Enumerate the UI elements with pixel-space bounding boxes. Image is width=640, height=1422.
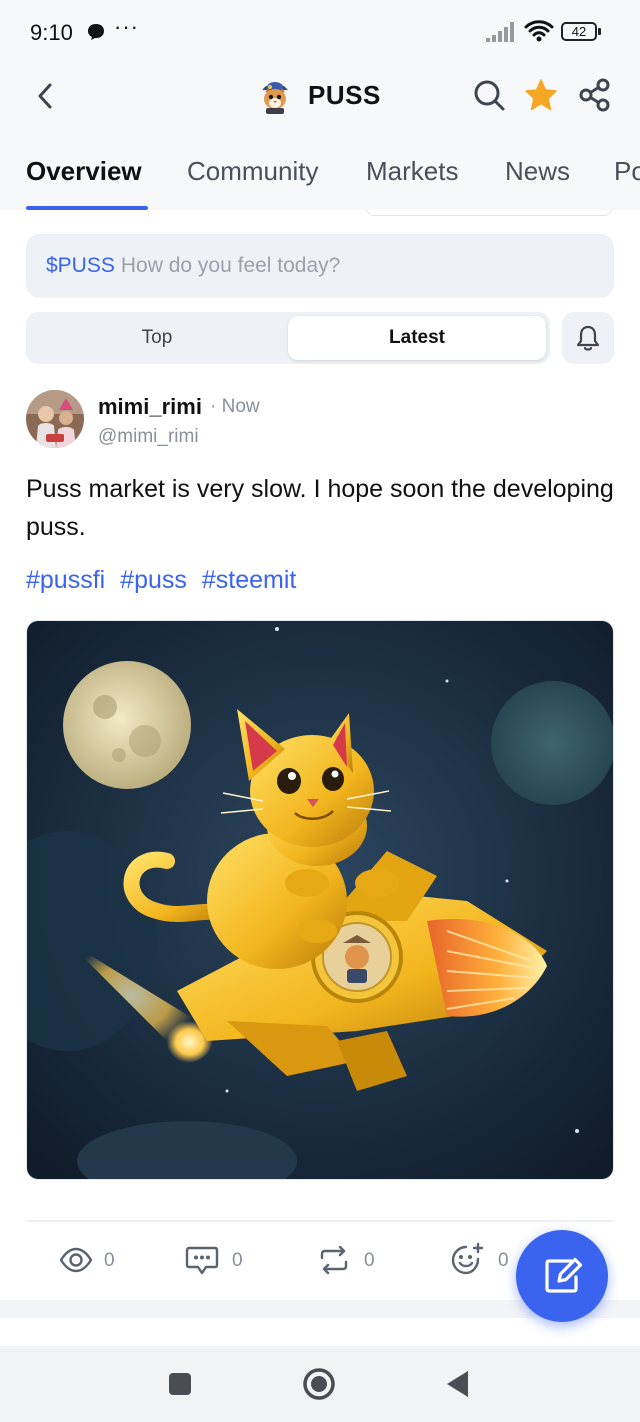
- sort-toggle: Top Latest: [26, 312, 550, 364]
- scrolled-content-peek: [0, 210, 640, 218]
- favorite-button[interactable]: [524, 78, 558, 112]
- composer-placeholder: How do you feel today?: [120, 254, 341, 277]
- peek-box: [366, 210, 612, 216]
- square-icon: [169, 1373, 191, 1395]
- system-nav-bar: [0, 1346, 640, 1422]
- share-button[interactable]: [578, 78, 612, 112]
- tab-news[interactable]: News: [505, 156, 570, 187]
- post-image[interactable]: [26, 620, 614, 1180]
- home-button[interactable]: [301, 1366, 337, 1402]
- back-nav-button[interactable]: [440, 1366, 476, 1402]
- wifi-icon: [524, 18, 554, 49]
- status-time: 9:10: [30, 20, 73, 45]
- hashtag-link[interactable]: #pussfi: [26, 566, 105, 594]
- token-avatar: [256, 76, 294, 114]
- views-count: 0: [104, 1250, 115, 1271]
- signal-icon: [486, 22, 518, 47]
- back-arrow-icon: [38, 83, 52, 109]
- composer-ticker: $PUSS: [46, 254, 115, 277]
- chat-bubble-icon: [86, 22, 106, 47]
- repost-icon: [320, 1245, 348, 1275]
- search-button[interactable]: [472, 78, 506, 112]
- tab-bar: Overview Community Markets News Po: [0, 126, 640, 210]
- post-hashtags: #pussfi #puss #steemit: [26, 566, 304, 595]
- bell-icon: [576, 325, 600, 351]
- post-body-text: Puss market is very slow. I hope soon th…: [26, 475, 614, 541]
- sort-top-button[interactable]: Top: [30, 316, 284, 360]
- page-title: PUSS: [308, 80, 381, 110]
- comments-count: 0: [232, 1250, 243, 1271]
- hashtag-link[interactable]: #puss: [120, 566, 187, 594]
- star-icon: [525, 79, 557, 111]
- comment-action[interactable]: 0: [184, 1242, 246, 1278]
- home-circle-icon: [303, 1368, 335, 1400]
- comment-icon: [185, 1246, 219, 1275]
- post-timestamp: · Now: [210, 396, 260, 417]
- eye-icon: [59, 1247, 93, 1273]
- action-divider: [26, 1220, 614, 1222]
- status-more-icon: ···: [114, 14, 139, 39]
- compose-icon: [545, 1257, 583, 1293]
- reposts-count: 0: [364, 1250, 375, 1271]
- recents-button[interactable]: [162, 1366, 198, 1402]
- avatar[interactable]: [26, 390, 84, 448]
- post-author-name[interactable]: mimi_rimi: [98, 394, 202, 420]
- reactions-count: 0: [498, 1250, 509, 1271]
- reaction-action[interactable]: 0: [450, 1242, 512, 1278]
- back-button[interactable]: [30, 80, 62, 112]
- repost-action[interactable]: 0: [316, 1242, 378, 1278]
- back-triangle-icon: [447, 1371, 468, 1397]
- app-header: PUSS: [0, 64, 640, 126]
- share-icon: [579, 78, 610, 112]
- tab-markets[interactable]: Markets: [366, 156, 458, 187]
- post-composer-input[interactable]: $PUSS How do you feel today?: [26, 234, 614, 298]
- notification-button[interactable]: [562, 312, 614, 364]
- views-action[interactable]: 0: [58, 1242, 118, 1278]
- battery-indicator: 42: [561, 22, 601, 41]
- status-bar: 9:10 ··· 42: [0, 0, 640, 64]
- post-author-handle: @mimi_rimi: [98, 426, 199, 447]
- add-reaction-icon: [451, 1242, 484, 1275]
- tab-overview[interactable]: Overview: [26, 156, 142, 187]
- compose-button[interactable]: [516, 1230, 608, 1322]
- search-icon: [474, 80, 505, 111]
- hashtag-link[interactable]: #steemit: [202, 566, 296, 594]
- tab-more-partial[interactable]: Po: [614, 156, 640, 187]
- tab-community[interactable]: Community: [187, 156, 318, 187]
- sort-latest-button[interactable]: Latest: [288, 316, 546, 360]
